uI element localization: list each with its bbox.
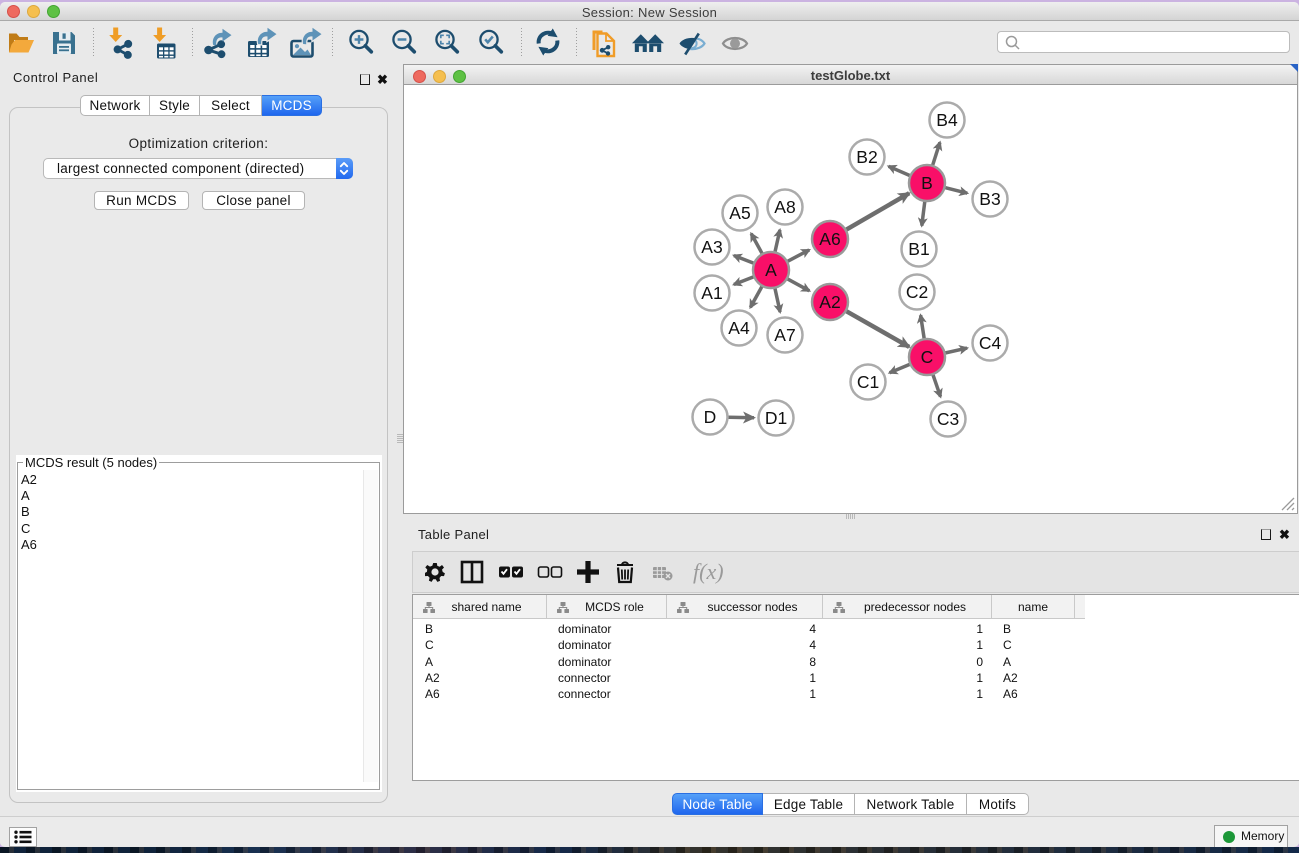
svg-text:C1: C1 (857, 372, 879, 392)
svg-text:A8: A8 (774, 197, 795, 217)
svg-text:A2: A2 (819, 292, 840, 312)
svg-text:B: B (921, 173, 933, 193)
svg-text:D: D (704, 407, 717, 427)
svg-text:C2: C2 (906, 282, 928, 302)
svg-text:C4: C4 (979, 333, 1002, 353)
svg-text:B4: B4 (936, 110, 958, 130)
svg-text:B2: B2 (856, 147, 877, 167)
svg-text:C: C (921, 347, 934, 367)
svg-text:D1: D1 (765, 408, 787, 428)
svg-text:B3: B3 (979, 189, 1000, 209)
svg-text:B1: B1 (908, 239, 929, 259)
svg-text:C3: C3 (937, 409, 959, 429)
svg-text:A: A (765, 260, 777, 280)
svg-text:A3: A3 (701, 237, 722, 257)
svg-text:A6: A6 (819, 229, 840, 249)
svg-text:A4: A4 (728, 318, 750, 338)
svg-text:A5: A5 (729, 203, 750, 223)
svg-text:A1: A1 (701, 283, 722, 303)
svg-text:A7: A7 (774, 325, 795, 345)
svg-text:f(x): f(x) (693, 559, 724, 584)
